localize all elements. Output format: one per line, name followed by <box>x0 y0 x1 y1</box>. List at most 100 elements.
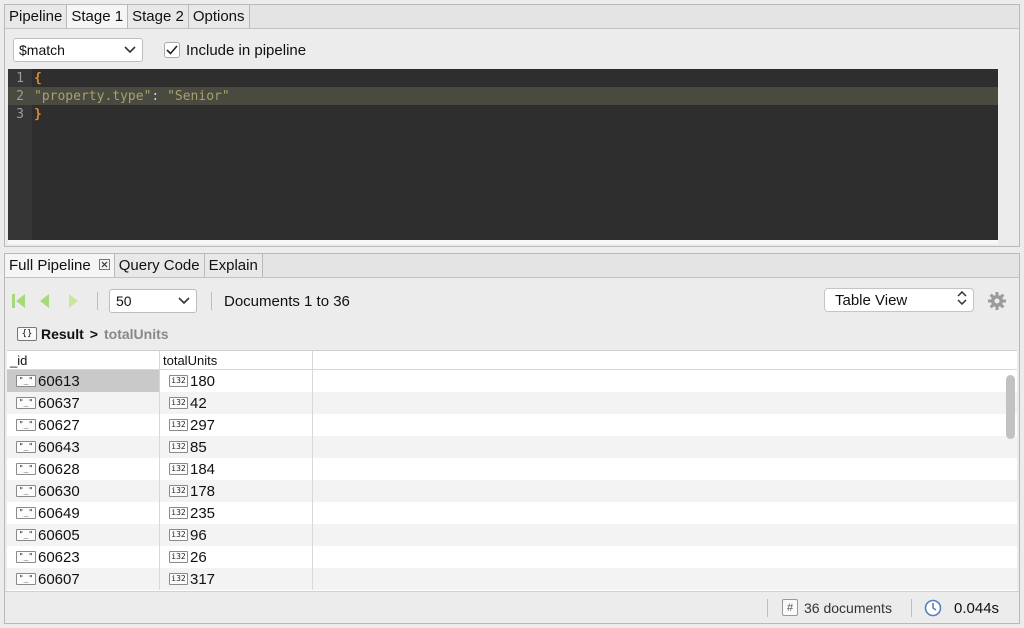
include-checkbox[interactable] <box>164 42 180 58</box>
cell-id-value: 60623 <box>38 548 80 566</box>
int32-type-icon: i32 <box>169 507 188 519</box>
cell-id[interactable]: "_" 60627 <box>7 414 160 436</box>
cell-id-value: 60637 <box>38 394 80 412</box>
table-header: _id totalUnits <box>7 351 1017 370</box>
tab-explain[interactable]: Explain <box>204 254 263 277</box>
results-table[interactable]: _id totalUnits "_" 60613 i32 180 "_" 60637 i32… <box>7 350 1017 591</box>
cell-totalunits[interactable]: i32 96 <box>160 524 313 546</box>
cell-id-value: 60643 <box>38 438 80 456</box>
cell-id[interactable]: "_" 60637 <box>7 392 160 414</box>
tab-stage-2[interactable]: Stage 2 <box>128 5 189 28</box>
cell-totalunits-value: 85 <box>190 438 207 456</box>
breadcrumb-leaf: totalUnits <box>103 326 169 342</box>
string-type-icon: "_" <box>16 397 36 409</box>
first-page-icon[interactable] <box>9 291 29 311</box>
previous-page-icon[interactable] <box>35 291 55 311</box>
json-key: "property.type" <box>34 88 152 104</box>
table-row[interactable]: "_" 60605 i32 96 <box>7 524 1017 546</box>
code-editor[interactable]: 1 { 2 "property.type": "Senior" 3 } <box>8 69 998 240</box>
table-row[interactable]: "_" 60643 i32 85 <box>7 436 1017 458</box>
vertical-scrollbar[interactable] <box>1006 375 1015 439</box>
cell-totalunits[interactable]: i32 180 <box>160 370 313 392</box>
stage-tabbar: Pipeline Stage 1 Stage 2 Options <box>5 5 1019 29</box>
cell-totalunits[interactable]: i32 178 <box>160 480 313 502</box>
json-value: "Senior" <box>167 88 230 104</box>
cell-totalunits[interactable]: i32 42 <box>160 392 313 414</box>
cell-id[interactable]: "_" 60628 <box>7 458 160 480</box>
line-number: 3 <box>16 106 24 122</box>
results-toolbar: 50 Documents 1 to 36 Table View <box>5 285 1019 317</box>
hash-icon: # <box>782 599 798 616</box>
column-header-id[interactable]: _id <box>7 351 160 369</box>
cell-id[interactable]: "_" 60630 <box>7 480 160 502</box>
json-colon: : <box>151 88 160 104</box>
table-row[interactable]: "_" 60637 i32 42 <box>7 392 1017 414</box>
table-row[interactable]: "_" 60627 i32 297 <box>7 414 1017 436</box>
table-row[interactable]: "_" 60649 i32 235 <box>7 502 1017 524</box>
page-size-select[interactable]: 50 <box>109 289 197 313</box>
int32-type-icon: i32 <box>169 463 188 475</box>
close-icon[interactable] <box>98 258 110 273</box>
tab-full-pipeline-label: Full Pipeline <box>9 257 91 274</box>
code-line-1: 1 { <box>8 69 998 87</box>
stage-operator-select[interactable]: $match <box>13 38 143 62</box>
tab-options[interactable]: Options <box>188 5 250 28</box>
tab-pipeline[interactable]: Pipeline <box>5 5 68 28</box>
column-header-totalunits[interactable]: totalUnits <box>160 351 313 369</box>
document-count-label: 36 documents <box>804 599 892 616</box>
gear-icon[interactable] <box>987 291 1007 311</box>
table-row[interactable]: "_" 60628 i32 184 <box>7 458 1017 480</box>
table-row[interactable]: "_" 60607 i32 317 <box>7 568 1017 590</box>
int32-type-icon: i32 <box>169 397 188 409</box>
next-page-icon[interactable] <box>63 291 83 311</box>
string-type-icon: "_" <box>16 419 36 431</box>
cell-id[interactable]: "_" 60643 <box>7 436 160 458</box>
query-time: 0.044s <box>924 599 999 617</box>
chevron-down-icon <box>122 42 138 58</box>
cell-totalunits[interactable]: i32 85 <box>160 436 313 458</box>
include-in-pipeline-toggle[interactable]: Include in pipeline <box>164 42 306 59</box>
tab-full-pipeline[interactable]: Full Pipeline <box>5 254 115 277</box>
cell-totalunits[interactable]: i32 184 <box>160 458 313 480</box>
cell-totalunits[interactable]: i32 26 <box>160 546 313 568</box>
tab-query-code[interactable]: Query Code <box>114 254 205 277</box>
int32-type-icon: i32 <box>169 485 188 497</box>
cell-id[interactable]: "_" 60605 <box>7 524 160 546</box>
int32-type-icon: i32 <box>169 419 188 431</box>
cell-id[interactable]: "_" 60649 <box>7 502 160 524</box>
tab-stage-1[interactable]: Stage 1 <box>67 5 129 28</box>
editor-footer <box>8 240 998 244</box>
view-mode-value: Table View <box>835 291 908 309</box>
cell-totalunits[interactable]: i32 317 <box>160 568 313 590</box>
table-row[interactable]: "_" 60623 i32 26 <box>7 546 1017 568</box>
chevron-down-icon <box>176 293 192 309</box>
string-type-icon: "_" <box>16 441 36 453</box>
string-type-icon: "_" <box>16 375 36 387</box>
status-divider <box>911 599 912 617</box>
cell-id-value: 60605 <box>38 526 80 544</box>
breadcrumb-root[interactable]: Result <box>41 326 84 342</box>
open-brace: { <box>34 70 42 86</box>
cell-totalunits-value: 235 <box>190 504 216 522</box>
breadcrumb-separator: > <box>89 326 98 342</box>
code-line-3: 3 } <box>8 105 998 123</box>
table-row[interactable]: "_" 60630 i32 178 <box>7 480 1017 502</box>
cell-id[interactable]: "_" 60623 <box>7 546 160 568</box>
table-row[interactable]: "_" 60613 i32 180 <box>7 370 1017 392</box>
document-count: # 36 documents <box>782 599 892 616</box>
cell-totalunits[interactable]: i32 235 <box>160 502 313 524</box>
document-icon: {} <box>17 327 37 341</box>
results-panel: Full Pipeline Query Code Explain 50 Docu… <box>4 253 1020 624</box>
cell-totalunits[interactable]: i32 297 <box>160 414 313 436</box>
int32-type-icon: i32 <box>169 375 188 387</box>
line-number: 1 <box>16 70 24 86</box>
cell-id[interactable]: "_" 60613 <box>7 370 160 392</box>
cell-totalunits-value: 317 <box>190 570 216 588</box>
int32-type-icon: i32 <box>169 441 188 453</box>
cell-id[interactable]: "_" 60607 <box>7 568 160 590</box>
string-type-icon: "_" <box>16 507 36 519</box>
status-bar: # 36 documents 0.044s <box>5 591 1019 623</box>
string-type-icon: "_" <box>16 529 36 541</box>
view-mode-select[interactable]: Table View <box>824 288 974 312</box>
cell-id-value: 60627 <box>38 416 80 434</box>
